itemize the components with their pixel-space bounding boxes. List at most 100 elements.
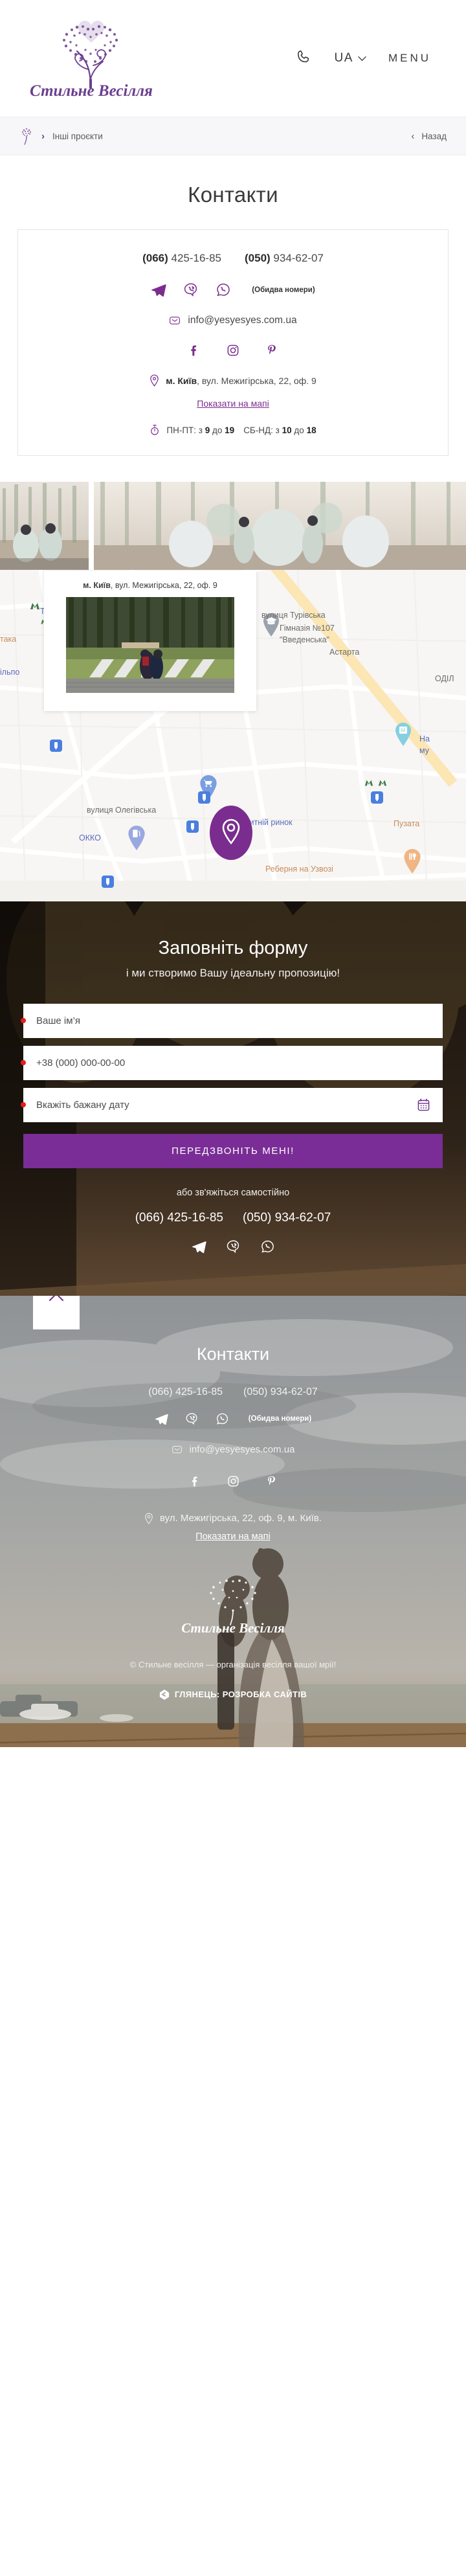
- site-header: Стильне Весілля UA MENU: [0, 0, 466, 117]
- photo-strip: [0, 482, 466, 570]
- email-link[interactable]: info@yesyesyes.com.ua: [188, 315, 296, 326]
- map-card-photo[interactable]: [66, 597, 234, 693]
- phone-link-050[interactable]: (050) 934-62-07: [245, 252, 324, 265]
- form-messenger-row: [23, 1239, 443, 1254]
- required-dot-name: [21, 1018, 26, 1024]
- contact-card: (066) 425-16-85 (050) 934-62-07 (Обидва …: [17, 229, 449, 456]
- instagram-icon[interactable]: [227, 1474, 239, 1488]
- stopwatch-icon: [151, 424, 159, 435]
- viber-icon[interactable]: [185, 1412, 199, 1426]
- breadcrumb-item-other-projects[interactable]: Інші проєкти: [52, 131, 103, 141]
- map-label: вулиця Турівська: [261, 611, 326, 620]
- back-button[interactable]: ‹ Назад: [411, 131, 447, 142]
- date-field[interactable]: Вкажіть бажану дату: [21, 1087, 443, 1122]
- whatsapp-icon[interactable]: [260, 1239, 275, 1254]
- show-on-map-link[interactable]: Показати на мапі: [197, 398, 269, 409]
- form-phone-link-050[interactable]: (050) 934-62-07: [243, 1211, 331, 1225]
- address-city: м. Київ: [166, 375, 197, 386]
- date-placeholder: Вкажіть бажану дату: [36, 1099, 129, 1111]
- hours-weekend-from: 10: [282, 425, 292, 435]
- pinterest-icon[interactable]: [265, 343, 278, 357]
- map-label: му: [419, 746, 429, 755]
- site-logo[interactable]: Стильне Весілля: [23, 14, 159, 103]
- copyright-text: © Стильне весілля — організація весілля …: [129, 1659, 337, 1669]
- form-content: Заповніть форму і ми створимо Вашу ідеал…: [0, 938, 466, 1254]
- chevron-up-icon: [49, 1295, 63, 1301]
- address-row: м. Київ, вул. Межигірська, 22, оф. 9: [31, 374, 435, 387]
- submit-callback-button[interactable]: ПЕРЕДЗВОНІТЬ МЕНІ!: [23, 1133, 443, 1168]
- required-dot-date: [21, 1102, 26, 1108]
- footer-logo-text: Стильне Весілля: [181, 1620, 285, 1634]
- phone-link-066[interactable]: (066) 425-16-85: [142, 252, 221, 265]
- calendar-icon[interactable]: [417, 1098, 430, 1111]
- envelope-icon: [170, 317, 181, 324]
- language-current: UA: [334, 51, 353, 65]
- name-field[interactable]: Ваше ім’я: [21, 1003, 443, 1038]
- form-phone-link-066[interactable]: (066) 425-16-85: [135, 1211, 223, 1225]
- transit-icon-3: [186, 820, 199, 833]
- email-row: info@yesyesyes.com.ua: [31, 315, 435, 326]
- whatsapp-icon[interactable]: [216, 1412, 229, 1426]
- footer-show-on-map-link[interactable]: Показати на мапі: [195, 1531, 270, 1542]
- instagram-icon[interactable]: [227, 343, 239, 357]
- phone-numbers-row: (066) 425-16-85 (050) 934-62-07: [31, 252, 435, 265]
- map-section[interactable]: M Тараса ШевченкаSport Lifeвулиця Турівс…: [0, 570, 466, 901]
- phone-placeholder: +38 (000) 000-00-00: [36, 1057, 126, 1068]
- photo-thumb-2[interactable]: [94, 482, 466, 570]
- tree-logo-icon[interactable]: [19, 126, 34, 146]
- viber-icon[interactable]: [226, 1239, 241, 1254]
- telegram-icon[interactable]: [192, 1239, 206, 1254]
- transit-icon-4: [371, 791, 383, 804]
- footer-address-row: вул. Межигірська, 22, оф. 9, м. Київ.: [23, 1513, 443, 1524]
- museum-pin-icon: M: [395, 723, 411, 746]
- menu-button[interactable]: MENU: [388, 52, 431, 65]
- footer-phone-row: (066) 425-16-85 (050) 934-62-07: [23, 1386, 443, 1398]
- footer-email-link[interactable]: info@yesyesyes.com.ua: [190, 1444, 295, 1455]
- contacts-page: Стильне Весілля UA MENU › Інші проєкти ‹…: [0, 0, 466, 1747]
- transit-icon-5: [102, 876, 114, 888]
- map-info-card: м. Київ, вул. Межигірська, 22, оф. 9: [44, 571, 256, 711]
- address-street: , вул. Межигірська, 22, оф. 9: [197, 375, 316, 386]
- facebook-icon[interactable]: [189, 1474, 201, 1488]
- footer-social-row: [23, 1474, 443, 1488]
- viber-icon[interactable]: [183, 282, 199, 298]
- footer-phone-link-066[interactable]: (066) 425-16-85: [148, 1386, 223, 1398]
- form-phone-row: (066) 425-16-85 (050) 934-62-07: [23, 1211, 443, 1225]
- map-label: вулиця Олегівська: [87, 806, 157, 815]
- whatsapp-icon[interactable]: [216, 282, 231, 298]
- main-location-pin[interactable]: [210, 806, 252, 861]
- map-label: Реберня на Узвозі: [265, 864, 333, 874]
- hours-weekday-label: ПН-ПТ: з: [166, 425, 205, 435]
- map-label: ільпо: [0, 668, 20, 677]
- footer-phone-link-050[interactable]: (050) 934-62-07: [243, 1386, 318, 1398]
- callback-form-section: Заповніть форму і ми створимо Вашу ідеал…: [0, 901, 466, 1296]
- hours-weekend-label: СБ-НД: з: [243, 425, 282, 435]
- scroll-to-top-button[interactable]: [33, 1295, 80, 1329]
- map-label: ОККО: [79, 833, 101, 842]
- map-photo-graphic: [66, 597, 234, 693]
- logo-text: Стильне Весілля: [30, 82, 153, 100]
- telegram-icon[interactable]: [155, 1412, 168, 1426]
- map-label: Астарта: [329, 648, 360, 657]
- pinterest-icon[interactable]: [265, 1474, 278, 1488]
- map-label: На: [419, 734, 430, 743]
- map-card-city: м. Київ: [83, 581, 111, 590]
- header-actions: UA MENU: [296, 48, 443, 69]
- working-hours-row: ПН-ПТ: з 9 до 19 СБ-НД: з 10 до 18: [31, 424, 435, 436]
- footer-email-row: info@yesyesyes.com.ua: [23, 1444, 443, 1455]
- main-pin-graphic: [210, 806, 252, 860]
- glyanets-logo-icon: [159, 1689, 169, 1700]
- breadcrumb-separator: ›: [41, 130, 45, 142]
- form-subtitle: і ми створимо Вашу ідеальну пропозицію!: [126, 967, 340, 979]
- language-switcher[interactable]: UA: [335, 51, 366, 65]
- phone-field[interactable]: +38 (000) 000-00-00: [21, 1045, 443, 1080]
- footer-logo[interactable]: Стильне Весілля: [23, 1572, 443, 1634]
- metro-icon-4: [378, 780, 387, 786]
- photo-2-graphic: [94, 482, 466, 570]
- facebook-icon[interactable]: [188, 343, 201, 357]
- developer-credit[interactable]: ГЛЯНЕЦЬ: РОЗРОБКА САЙТІВ: [23, 1689, 443, 1730]
- map-label: така: [0, 635, 17, 644]
- phone-icon[interactable]: [296, 48, 313, 69]
- telegram-icon[interactable]: [151, 282, 166, 298]
- photo-thumb-1[interactable]: [0, 482, 89, 570]
